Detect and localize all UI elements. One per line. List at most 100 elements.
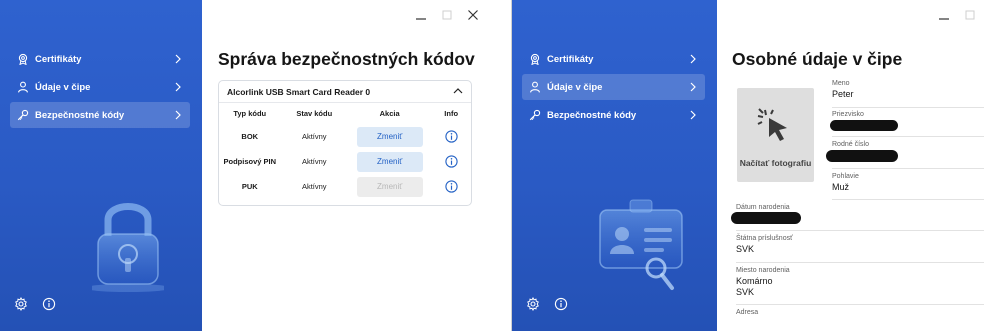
info-icon[interactable] <box>445 130 458 143</box>
sidebar-item-label: Bezpečnostné kódy <box>35 109 125 121</box>
sidebar-item-label: Údaje v čipe <box>547 81 603 93</box>
chevron-right-icon <box>689 110 697 120</box>
sidebar-footer <box>14 297 56 311</box>
minimize-icon[interactable] <box>938 9 950 21</box>
field-label: Miesto narodenia <box>736 267 790 274</box>
action-cell: Zmeniť <box>348 126 431 147</box>
code-status: Aktívny <box>301 132 327 141</box>
window-controls <box>415 9 479 21</box>
field-label: Dátum narodenia <box>736 204 790 211</box>
chevron-up-icon[interactable] <box>453 87 463 97</box>
field-rodne-cislo: Rodné číslo <box>832 141 869 150</box>
sidebar-item-label: Bezpečnostné kódy <box>547 109 637 121</box>
sidebar: Certifikáty Údaje v čipe Bezpečnostné kó… <box>0 0 202 331</box>
code-type: Podpisový PIN <box>223 157 277 166</box>
action-cell: Zmeniť <box>348 176 431 197</box>
field-label: Štátna príslušnosť <box>736 235 793 242</box>
sidebar-item-security-codes[interactable]: Bezpečnostné kódy <box>522 102 705 128</box>
field-value-line1: Komárno <box>736 276 773 286</box>
code-type: BOK <box>241 132 259 141</box>
table-row: PUK Aktívny Zmeniť <box>219 174 471 199</box>
divider <box>832 107 984 108</box>
page-title: Správa bezpečnostných kódov <box>218 49 475 69</box>
sidebar-item-chip-data[interactable]: Údaje v čipe <box>10 74 190 100</box>
sidebar-nav: Certifikáty Údaje v čipe Bezpečnostné kó… <box>522 46 705 130</box>
settings-icon[interactable] <box>14 297 28 311</box>
certificate-icon <box>17 53 29 65</box>
settings-icon[interactable] <box>526 297 540 311</box>
code-status: Aktívny <box>301 157 327 166</box>
info-cell <box>431 155 471 168</box>
chevron-right-icon <box>689 54 697 64</box>
column-header: Stav kódu <box>296 109 333 118</box>
personal-data-window: Certifikáty Údaje v čipe Bezpečnostné kó… <box>511 0 984 331</box>
redaction-mark <box>830 120 898 131</box>
field-value: SVK <box>736 244 755 254</box>
field-meno: Meno Peter <box>832 80 854 99</box>
divider <box>736 304 984 305</box>
change-code-button[interactable]: Zmeniť <box>356 126 423 147</box>
field-label: Adresa <box>736 309 759 316</box>
divider <box>832 199 984 200</box>
chevron-right-icon <box>174 54 182 64</box>
info-icon[interactable] <box>445 180 458 193</box>
field-label: Meno <box>832 80 850 87</box>
codes-table: Typ kódu Stav kódu Akcia Info BOK Aktívn… <box>219 103 471 199</box>
code-type: PUK <box>241 182 258 191</box>
person-icon <box>17 81 29 93</box>
window-gap <box>487 0 511 331</box>
divider <box>736 262 984 263</box>
sidebar-item-label: Certifikáty <box>547 53 594 65</box>
id-card-illustration <box>599 199 683 290</box>
sidebar-nav: Certifikáty Údaje v čipe Bezpečnostné kó… <box>10 46 190 130</box>
change-code-button[interactable]: Zmeniť <box>356 151 423 172</box>
field-adresa: Adresa <box>736 309 758 318</box>
main-content: Správa bezpečnostných kódov Alcorlink US… <box>202 0 487 331</box>
sidebar-item-security-codes[interactable]: Bezpečnostné kódy <box>10 102 190 128</box>
redaction-mark <box>731 212 801 224</box>
minimize-icon[interactable] <box>415 9 427 21</box>
action-cell: Zmeniť <box>348 151 431 172</box>
reader-name: Alcorlink USB Smart Card Reader 0 <box>227 86 371 97</box>
chevron-right-icon <box>174 110 182 120</box>
info-icon[interactable] <box>42 297 56 311</box>
maximize-icon[interactable] <box>964 9 976 21</box>
window-controls <box>938 9 976 21</box>
field-value: Muž <box>832 182 850 192</box>
maximize-icon[interactable] <box>441 9 453 21</box>
info-cell <box>431 180 471 193</box>
sidebar-item-chip-data[interactable]: Údaje v čipe <box>522 74 705 100</box>
field-value: Peter <box>832 89 854 99</box>
photo-placeholder[interactable]: Načítať fotografiu <box>737 88 814 182</box>
field-miesto-narodenia: Miesto narodenia Komárno SVK <box>736 267 790 297</box>
sidebar-item-certificates[interactable]: Certifikáty <box>522 46 705 72</box>
reader-card-header[interactable]: Alcorlink USB Smart Card Reader 0 <box>219 81 471 103</box>
field-statna-prislusnost: Štátna príslušnosť SVK <box>736 235 793 254</box>
field-pohlavie: Pohlavie Muž <box>832 173 859 192</box>
key-icon <box>529 109 541 121</box>
table-header: Typ kódu Stav kódu Akcia Info <box>219 103 471 124</box>
table-row: BOK Aktívny Zmeniť <box>219 124 471 149</box>
click-cursor-icon <box>757 108 787 141</box>
sidebar-item-label: Certifikáty <box>35 53 82 65</box>
sidebar-item-label: Údaje v čipe <box>35 81 91 93</box>
divider <box>832 136 984 137</box>
sidebar-footer <box>526 297 568 311</box>
chevron-right-icon <box>174 82 182 92</box>
certificate-icon <box>529 53 541 65</box>
sidebar-item-certificates[interactable]: Certifikáty <box>10 46 190 72</box>
chevron-right-icon <box>689 82 697 92</box>
field-label: Pohlavie <box>832 173 859 180</box>
load-photo-label: Načítať fotografiu <box>739 158 812 168</box>
security-codes-window: Certifikáty Údaje v čipe Bezpečnostné kó… <box>0 0 487 331</box>
page-title: Osobné údaje v čipe <box>732 49 903 69</box>
field-label: Rodné číslo <box>832 141 869 148</box>
close-icon[interactable] <box>467 9 479 21</box>
main-content: Osobné údaje v čipe Načítať fotografiu M… <box>717 0 984 331</box>
info-icon[interactable] <box>445 155 458 168</box>
field-priezvisko: Priezvisko <box>832 111 864 120</box>
divider <box>736 230 984 231</box>
info-icon[interactable] <box>554 297 568 311</box>
field-label: Priezvisko <box>832 111 864 118</box>
table-row: Podpisový PIN Aktívny Zmeniť <box>219 149 471 174</box>
